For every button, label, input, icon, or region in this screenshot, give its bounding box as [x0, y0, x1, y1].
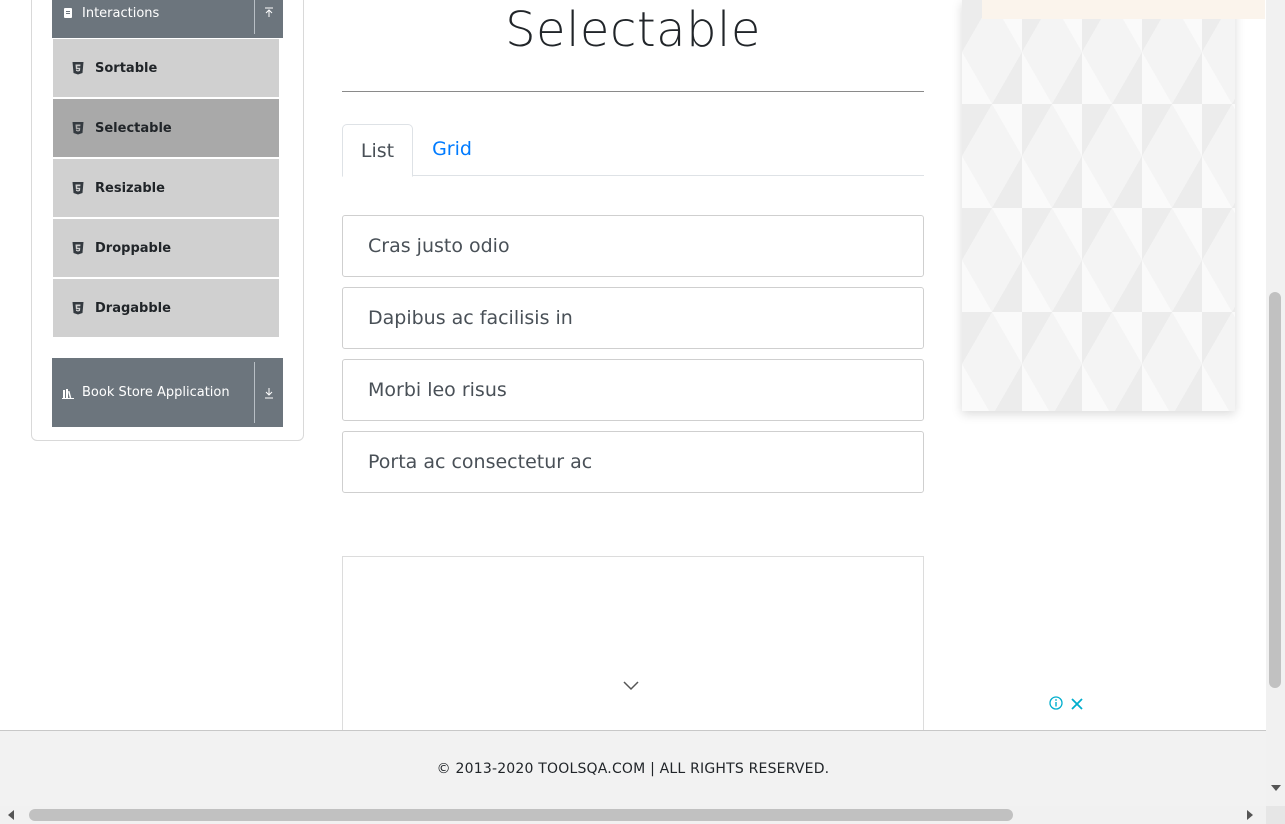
scrollbar-corner	[1266, 806, 1285, 824]
title-divider	[342, 91, 924, 92]
chevron-down-icon[interactable]	[622, 676, 640, 691]
list-item[interactable]: Morbi leo risus	[342, 359, 924, 421]
scrollbar-thumb[interactable]	[29, 809, 1013, 821]
tab-list[interactable]: List	[342, 124, 413, 177]
sidebar-item-label: Selectable	[95, 120, 172, 136]
horizontal-scrollbar[interactable]	[0, 806, 1266, 824]
info-icon[interactable]	[1049, 695, 1063, 710]
scrollbar-thumb[interactable]	[1269, 292, 1281, 688]
group-header-label: Book Store Application	[82, 385, 230, 400]
group-header-label: Interactions	[82, 5, 160, 21]
scroll-left-icon[interactable]	[8, 810, 14, 820]
tab-bar: List Grid	[342, 124, 924, 177]
sidebar-item-label: Dragabble	[95, 300, 171, 316]
books-icon	[62, 387, 74, 399]
html5-icon	[71, 121, 85, 135]
scroll-right-icon[interactable]	[1247, 810, 1253, 820]
sidebar-item-label: Droppable	[95, 240, 172, 256]
sidebar-item-dragabble[interactable]: Dragabble	[53, 279, 279, 337]
ad-container	[342, 556, 924, 738]
page-title: Selectable	[505, 2, 761, 58]
sidebar-item-sortable[interactable]: Sortable	[53, 39, 279, 97]
sidebar-item-droppable[interactable]: Droppable	[53, 219, 279, 277]
sidebar-item-label: Resizable	[95, 180, 165, 196]
footer: © 2013-2020 TOOLSQA.COM | ALL RIGHTS RES…	[0, 730, 1266, 807]
close-icon[interactable]	[1070, 696, 1084, 710]
ad-panel	[962, 0, 1235, 411]
list-item-label: Morbi leo risus	[368, 379, 507, 401]
list-item-label: Dapibus ac facilisis in	[368, 307, 573, 329]
group-header-book-store[interactable]: Book Store Application	[52, 358, 283, 427]
list-item[interactable]: Porta ac consectetur ac	[342, 431, 924, 493]
list-item[interactable]: Dapibus ac facilisis in	[342, 287, 924, 349]
sidebar-item-selectable[interactable]: Selectable	[53, 99, 279, 157]
footer-copyright: © 2013-2020 TOOLSQA.COM | ALL RIGHTS RES…	[436, 761, 830, 777]
scroll-down-icon[interactable]	[1271, 785, 1281, 791]
html5-icon	[71, 301, 85, 315]
html5-icon	[71, 181, 85, 195]
tab-grid[interactable]: Grid	[418, 124, 486, 174]
group-header-interactions[interactable]: Interactions	[52, 0, 283, 38]
collapse-up-icon[interactable]	[255, 7, 283, 19]
expand-down-icon[interactable]	[255, 387, 283, 399]
list-item-label: Porta ac consectetur ac	[368, 451, 593, 473]
ad-banner-strip	[982, 0, 1265, 19]
html5-icon	[71, 61, 85, 75]
sidebar-item-label: Sortable	[95, 60, 158, 76]
sidebar-item-resizable[interactable]: Resizable	[53, 159, 279, 217]
document-icon	[62, 7, 74, 19]
html5-icon	[71, 241, 85, 255]
vertical-scrollbar[interactable]	[1266, 0, 1285, 806]
list-item[interactable]: Cras justo odio	[342, 215, 924, 277]
list-item-label: Cras justo odio	[368, 235, 510, 257]
